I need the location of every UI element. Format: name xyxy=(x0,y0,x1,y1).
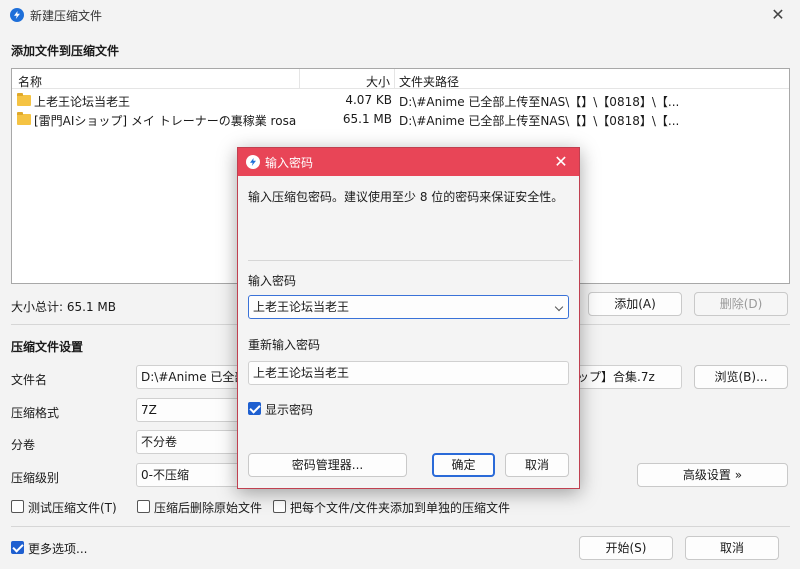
more-options-label: 更多选项... xyxy=(28,542,88,556)
item-path: D:\#Anime 已全部上传至NAS\【】\【0818】\【... xyxy=(399,114,680,128)
item-name: [雷門AIショップ] メイ トレーナーの裏稼業 rosa (... xyxy=(34,114,296,128)
level-select[interactable]: 0-不压缩 xyxy=(136,463,246,487)
column-size[interactable]: 大小 xyxy=(366,73,390,90)
password-value: 上老王论坛当老王 xyxy=(253,300,350,314)
repassword-input[interactable]: 上老王论坛当老王 xyxy=(248,361,569,385)
delete-button[interactable]: 删除(D) xyxy=(694,292,788,316)
test-archive-label: 测试压缩文件(T) xyxy=(28,501,117,515)
browse-button[interactable]: 浏览(B)... xyxy=(694,365,788,389)
item-name: 上老王论坛当老王 xyxy=(34,95,131,109)
advanced-settings-button[interactable]: 高级设置 » xyxy=(637,463,788,487)
test-archive-checkbox[interactable] xyxy=(11,500,24,513)
split-label: 分卷 xyxy=(11,438,36,452)
password-manager-button[interactable]: 密码管理器... xyxy=(248,453,407,477)
password-combo[interactable]: 上老王论坛当老王 xyxy=(248,295,569,319)
repassword-label: 重新输入密码 xyxy=(248,338,321,352)
delete-source-checkbox[interactable] xyxy=(137,500,150,513)
more-options-checkbox[interactable] xyxy=(11,541,24,554)
dialog-title: 输入密码 xyxy=(265,156,314,170)
filename-value: D:\#Anime 已全部 xyxy=(141,370,247,384)
window-title: 新建压缩文件 xyxy=(30,9,103,23)
format-label: 压缩格式 xyxy=(11,406,60,420)
format-select[interactable]: 7Z xyxy=(136,398,246,422)
column-name[interactable]: 名称 xyxy=(18,73,42,90)
folder-icon xyxy=(17,112,31,125)
column-divider xyxy=(299,69,300,89)
column-path[interactable]: 文件夹路径 xyxy=(399,73,459,90)
show-password-checkbox[interactable] xyxy=(248,402,261,415)
item-path: D:\#Anime 已全部上传至NAS\【】\【0818】\【... xyxy=(399,95,680,109)
dialog-cancel-button[interactable]: 取消 xyxy=(505,453,569,477)
filename-label: 文件名 xyxy=(11,373,48,387)
app-logo-icon xyxy=(10,8,24,22)
chevron-down-icon[interactable] xyxy=(554,302,564,312)
list-item[interactable]: [雷門AIショップ] メイ トレーナーの裏稼業 rosa (... 65.1 M… xyxy=(12,110,789,129)
list-item[interactable]: 上老王论坛当老王 4.07 KB D:\#Anime 已全部上传至NAS\【】\… xyxy=(12,91,789,110)
add-button[interactable]: 添加(A) xyxy=(588,292,682,316)
dialog-titlebar: 输入密码 ✕ xyxy=(238,148,579,176)
main-cancel-button[interactable]: 取消 xyxy=(685,536,779,560)
close-icon[interactable]: ✕ xyxy=(768,5,788,25)
filename-tail: ップ】合集.7z xyxy=(577,370,655,384)
settings-heading: 压缩文件设置 xyxy=(11,340,84,354)
folder-icon xyxy=(17,93,31,106)
file-list-header: 名称 大小 文件夹路径 xyxy=(12,69,789,89)
item-size: 65.1 MB xyxy=(342,112,392,126)
dialog-hint: 输入压缩包密码。建议使用至少 8 位的密码来保证安全性。 xyxy=(248,190,564,204)
dialog-close-icon[interactable]: ✕ xyxy=(551,151,571,173)
item-size: 4.07 KB xyxy=(345,93,392,107)
divider xyxy=(11,526,790,527)
column-divider xyxy=(394,69,395,89)
divider xyxy=(248,260,573,261)
app-logo-icon xyxy=(246,155,260,169)
show-password-label: 显示密码 xyxy=(265,403,314,417)
password-dialog: 输入密码 ✕ 输入压缩包密码。建议使用至少 8 位的密码来保证安全性。 输入密码… xyxy=(237,147,580,489)
separate-archives-checkbox[interactable] xyxy=(273,500,286,513)
password-label: 输入密码 xyxy=(248,274,297,288)
delete-source-label: 压缩后删除原始文件 xyxy=(154,501,263,515)
window-titlebar: 新建压缩文件 ✕ xyxy=(0,0,800,30)
start-button[interactable]: 开始(S) xyxy=(579,536,673,560)
separate-archives-label: 把每个文件/文件夹添加到单独的压缩文件 xyxy=(290,501,511,515)
total-size: 大小总计: 65.1 MB xyxy=(11,300,116,314)
add-files-heading: 添加文件到压缩文件 xyxy=(11,44,120,58)
ok-button[interactable]: 确定 xyxy=(432,453,495,477)
level-label: 压缩级别 xyxy=(11,471,60,485)
split-select[interactable]: 不分卷 xyxy=(136,430,246,454)
